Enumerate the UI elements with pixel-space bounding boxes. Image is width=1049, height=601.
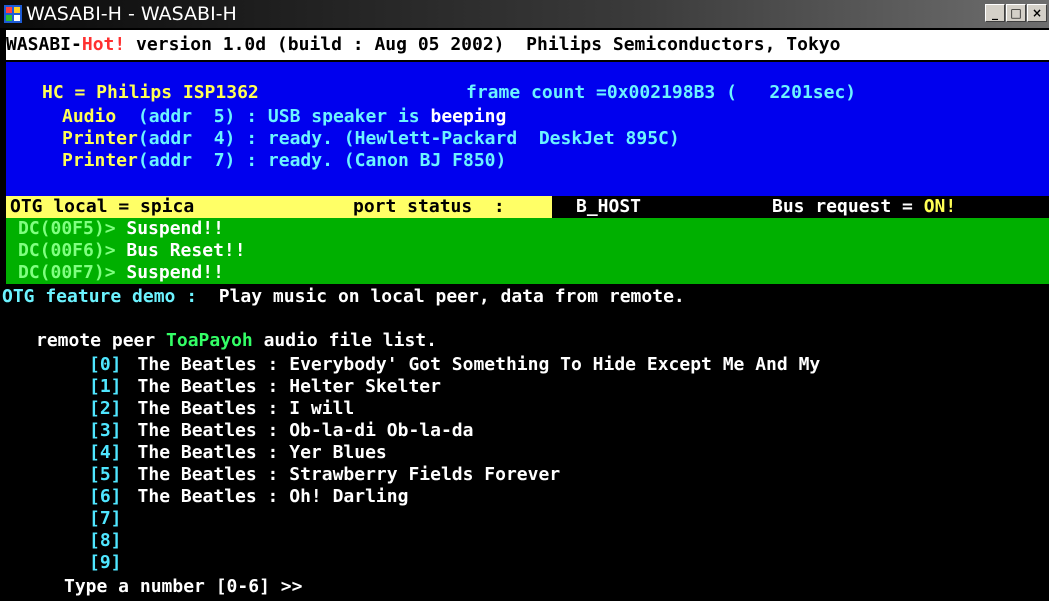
track-item[interactable]: [2] The Beatles : I will [89,398,354,419]
track-title: The Beatles : Strawberry Fields Forever [137,464,561,485]
track-item[interactable]: [5] The Beatles : Strawberry Fields Forev… [89,464,560,485]
version-info: version 1.0d (build : Aug 05 2002) Phili… [125,34,841,55]
track-item: [8] [89,530,138,551]
track-index: [1] [89,376,122,397]
title-bar[interactable]: WASABI-H - WASABI-H _ □ × [0,0,1049,28]
feature-description: Play music on local peer, data from remo… [197,286,685,307]
app-name-prefix: WASABI- [6,34,82,55]
device-addr: (addr 7) [137,150,236,171]
track-index: [9] [89,552,122,573]
device-row: Printer(addr 4) : ready. (Hewlett-Packar… [62,128,680,149]
list-prefix: remote peer [36,330,167,351]
window-controls: _ □ × [985,4,1047,22]
track-item[interactable]: [1] The Beatles : Helter Skelter [89,376,441,397]
track-index: [8] [89,530,122,551]
otg-local-label: OTG local = spica [6,196,267,218]
track-index: [6] [89,486,122,507]
feature-line: OTG feature demo : Play music on local p… [2,286,685,307]
port-status-label: port status : [267,196,552,218]
track-item[interactable]: [0] The Beatles : Everybody' Got Somethin… [89,354,820,375]
device-kind: Printer [62,128,138,149]
event-log: DC(00F5)> Suspend!! DC(00F6)> Bus Reset!… [6,218,1049,284]
device-row: Printer(addr 7) : ready. (Canon BJ F850) [62,150,506,171]
bus-request-value: ON! [923,196,957,217]
version-header: WASABI-Hot! version 1.0d (build : Aug 05… [6,30,1049,60]
track-item[interactable]: [6] The Beatles : Oh! Darling [89,486,408,507]
track-title: The Beatles : I will [137,398,355,419]
log-message: Suspend!! [126,262,224,283]
log-prefix: DC(00F6)> [18,240,127,261]
device-addr: (addr 4) [137,128,236,149]
list-suffix: audio file list. [252,330,437,351]
app-window: WASABI-H - WASABI-H _ □ × WASABI-Hot! ve… [0,0,1049,601]
app-name-hot: Hot! [81,34,126,55]
host-controller-label: HC = Philips ISP1362 [42,82,259,103]
track-index: [5] [89,464,122,485]
bus-request-label: Bus request = [772,196,924,217]
track-item: [9] [89,552,138,573]
bus-request: Bus request = ON! [772,196,956,218]
track-item: [7] [89,508,138,529]
log-message: Bus Reset!! [126,240,246,261]
feature-label: OTG feature demo : [2,286,198,307]
device-row: Audio (addr 5) : USB speaker is beeping [62,106,506,127]
minimize-button[interactable]: _ [985,4,1005,22]
device-kind: Audio [62,106,117,127]
device-desc: : ready. (Canon BJ F850) [235,150,507,171]
track-item[interactable]: [3] The Beatles : Ob-la-di Ob-la-da [89,420,473,441]
log-message: Suspend!! [126,218,224,239]
track-title: The Beatles : Oh! Darling [137,486,409,507]
device-state: beeping [430,106,507,127]
track-title: The Beatles : Helter Skelter [137,376,441,397]
track-index: [0] [89,354,122,375]
track-item[interactable]: [4] The Beatles : Yer Blues [89,442,387,463]
maximize-button[interactable]: □ [1006,4,1026,22]
track-index: [7] [89,508,122,529]
app-icon [4,5,22,23]
frame-count: frame count =0x002198B3 ( 2201sec) [466,82,857,103]
log-prefix: DC(00F7)> [18,262,127,283]
device-kind: Printer [62,150,138,171]
device-addr: (addr 5) [116,106,236,127]
track-title: The Beatles : Ob-la-di Ob-la-da [137,420,474,441]
log-entry: DC(00F6)> Bus Reset!! [18,240,246,261]
console-main: OTG feature demo : Play music on local p… [0,284,1049,601]
peer-name: ToaPayoh [166,330,253,351]
track-title: The Beatles : Everybody' Got Something T… [137,354,821,375]
device-desc: : ready. (Hewlett-Packard DeskJet 895C) [235,128,680,149]
close-button[interactable]: × [1027,4,1047,22]
input-prompt[interactable]: Type a number [0-6] >> [64,576,302,597]
track-title: The Beatles : Yer Blues [137,442,387,463]
device-desc: : USB speaker is [235,106,431,127]
window-title: WASABI-H - WASABI-H [26,3,237,25]
host-status-panel: HC = Philips ISP1362 frame count =0x0021… [6,62,1049,196]
track-index: [4] [89,442,122,463]
otg-status-bar: OTG local = spica port status : B_HOST B… [6,196,1049,218]
port-mode: B_HOST [576,196,642,217]
log-entry: DC(00F5)> Suspend!! [18,218,224,239]
file-list-heading: remote peer ToaPayoh audio file list. [36,330,437,351]
track-index: [3] [89,420,122,441]
track-index: [2] [89,398,122,419]
log-entry: DC(00F7)> Suspend!! [18,262,224,283]
log-prefix: DC(00F5)> [18,218,127,239]
